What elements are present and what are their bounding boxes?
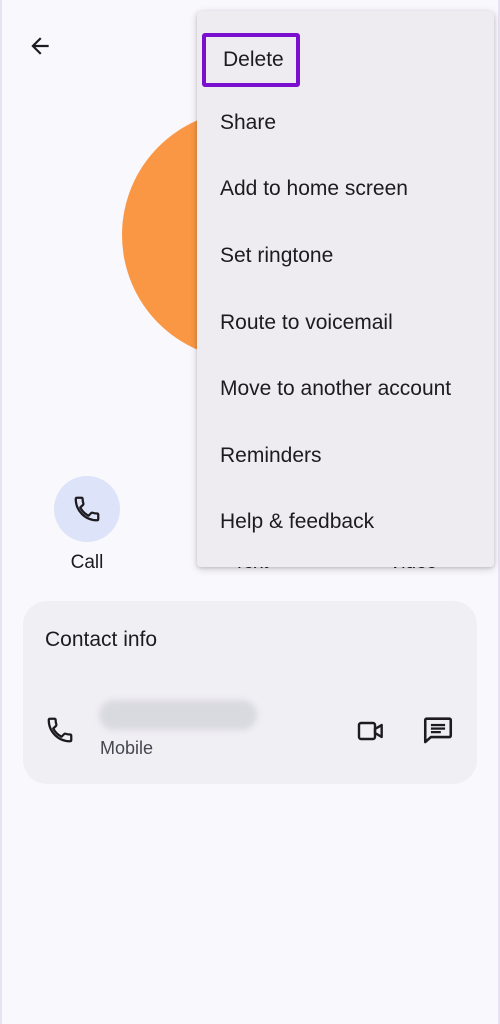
left-edge <box>0 0 2 1024</box>
phone-icon <box>45 715 75 750</box>
message-icon <box>423 717 453 744</box>
videocam-icon <box>357 721 383 741</box>
call-action[interactable]: Call <box>42 476 132 574</box>
back-button[interactable] <box>22 28 58 64</box>
overflow-menu: Delete Share Add to home screen Set ring… <box>197 11 494 567</box>
contact-info-card: Contact info Mobile <box>23 601 477 784</box>
menu-item-share[interactable]: Share <box>220 103 276 143</box>
video-call-icon-button[interactable] <box>355 715 387 752</box>
menu-item-help-feedback[interactable]: Help & feedback <box>220 502 374 542</box>
phone-number-blurred[interactable] <box>99 700 257 730</box>
call-label: Call <box>70 552 104 573</box>
menu-item-delete[interactable]: Delete <box>202 33 300 87</box>
contact-details-screen: Call Text Video Contact info Mobile <box>0 0 500 1024</box>
phone-type-label: Mobile <box>100 738 154 758</box>
call-button[interactable] <box>54 476 120 542</box>
menu-item-move-to-another-account[interactable]: Move to another account <box>220 369 451 409</box>
menu-item-set-ringtone[interactable]: Set ringtone <box>220 236 333 276</box>
menu-item-route-to-voicemail[interactable]: Route to voicemail <box>220 303 393 343</box>
phone-icon <box>74 496 100 522</box>
contact-info-title: Contact info <box>45 628 158 651</box>
message-icon-button[interactable] <box>421 713 455 752</box>
menu-item-add-to-home-screen[interactable]: Add to home screen <box>220 169 408 209</box>
arrow-back-icon <box>31 37 49 55</box>
menu-item-reminders[interactable]: Reminders <box>220 436 322 476</box>
